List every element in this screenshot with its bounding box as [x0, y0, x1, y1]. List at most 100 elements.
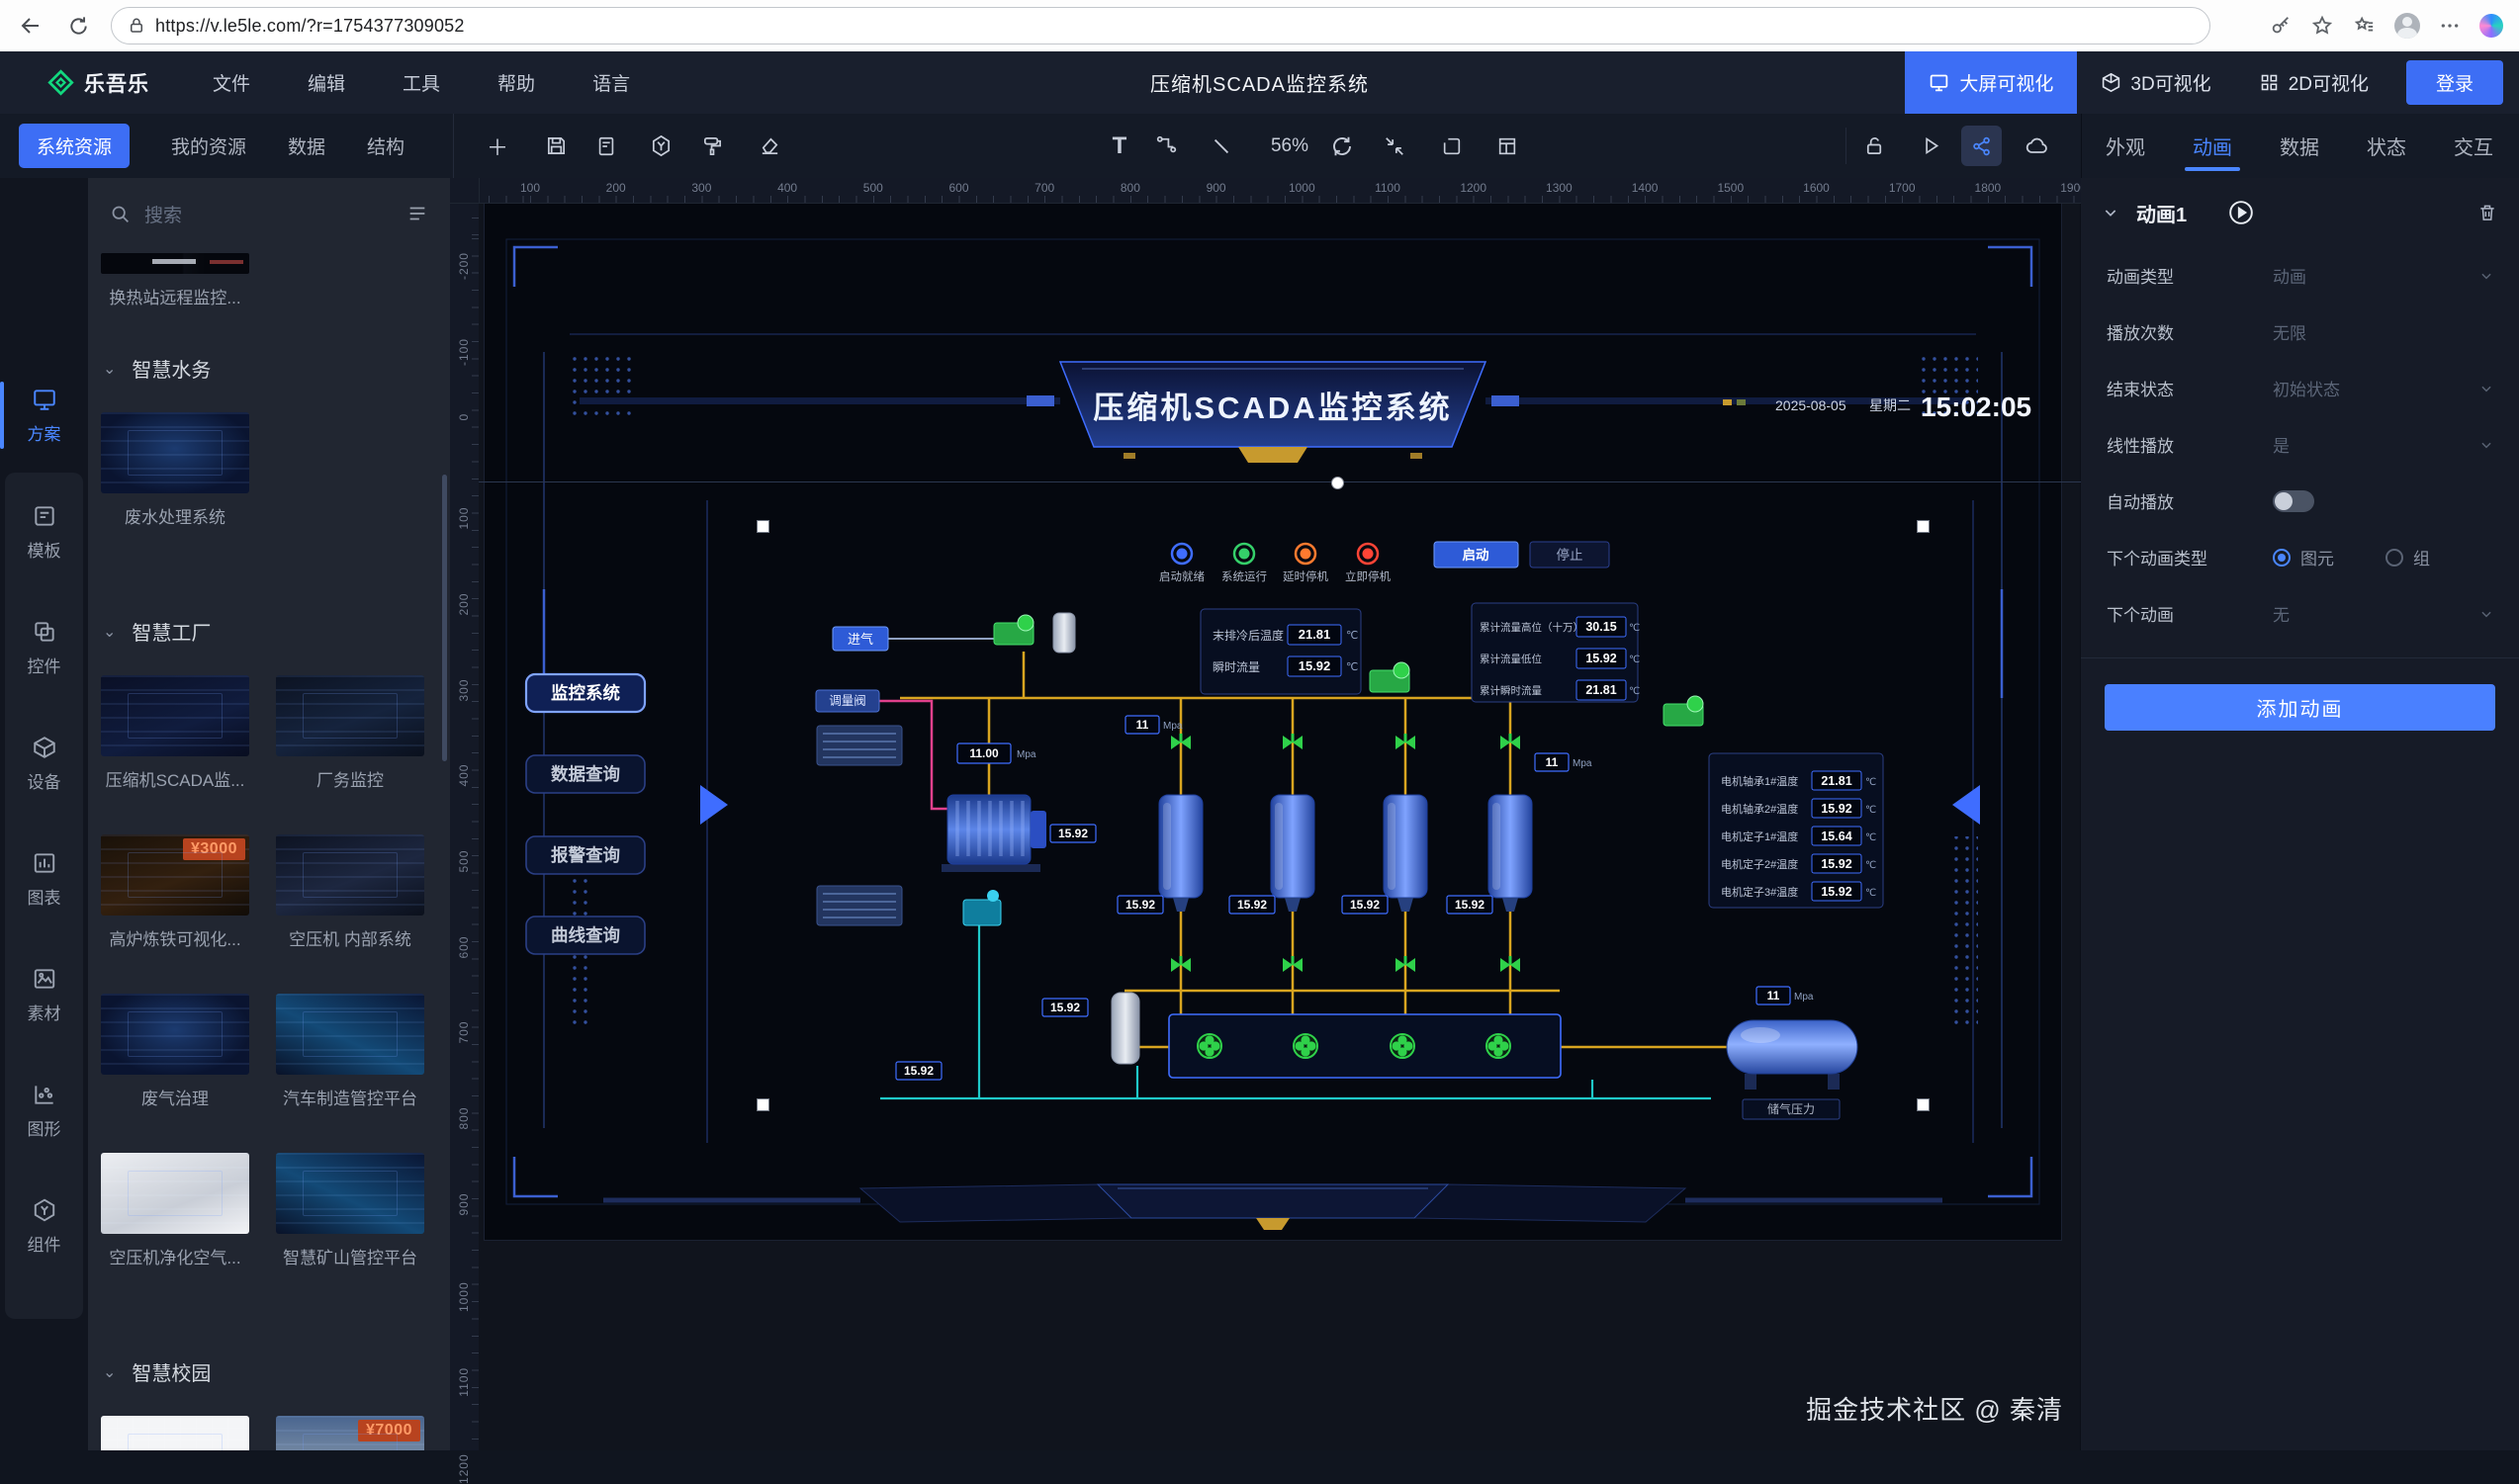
scada-menu-monitor[interactable]: 监控系统	[526, 674, 645, 712]
menu-edit[interactable]: 编辑	[308, 69, 345, 96]
rotation-handle[interactable]	[1331, 477, 1344, 489]
connector-tool-icon[interactable]	[1149, 130, 1183, 163]
flow-valve-button[interactable]: 调量阀	[816, 690, 879, 712]
password-key-icon[interactable]	[2270, 15, 2292, 37]
compression-cylinders[interactable]	[1159, 795, 1532, 912]
template-card[interactable]: 厂务监控	[276, 675, 424, 791]
template-card[interactable]: 空压机净化空气...	[101, 1153, 249, 1268]
motor[interactable]	[942, 795, 1046, 872]
template-card[interactable]: 废水处理系统	[101, 412, 249, 528]
unlock-icon[interactable]	[1857, 130, 1891, 163]
selection-handle-tl[interactable]	[757, 520, 769, 533]
prop-row-animation-type[interactable]: 动画类型 动画	[2081, 247, 2519, 304]
viz-2d-button[interactable]: 2D可视化	[2235, 69, 2392, 96]
copilot-icon[interactable]	[2479, 14, 2503, 38]
zoom-level[interactable]: 56%	[1258, 114, 1321, 178]
scada-artboard[interactable]: 压缩机SCADA监控系统 2025-08-05 星期二 15:02:05 启动就…	[485, 204, 2061, 1240]
play-animation-icon[interactable]	[2228, 200, 2254, 225]
prop-row-next-animation[interactable]: 下个动画 无	[2081, 585, 2519, 642]
sidebar-item-graphic[interactable]: 图形	[0, 1063, 88, 1158]
sidebar-item-template[interactable]: 模板	[0, 484, 88, 579]
brand-logo[interactable]: 乐吾乐	[47, 68, 149, 98]
tab-system-resources[interactable]: 系统资源	[19, 124, 130, 168]
browser-menu-icon[interactable]	[2440, 16, 2460, 36]
eraser-icon[interactable]	[753, 130, 786, 163]
prop-row-end-state[interactable]: 结束状态 初始状态	[2081, 360, 2519, 416]
scada-menu-curve-query[interactable]: 曲线查询	[526, 917, 645, 954]
address-bar[interactable]: https://v.le5le.com/?r=1754377309052	[111, 7, 2210, 44]
radiator-2[interactable]	[817, 886, 902, 925]
file-icon[interactable]	[589, 130, 623, 163]
canvas-area[interactable]: 1002003004005006007008009001000110012001…	[479, 178, 2081, 1450]
oil-separator[interactable]	[1053, 613, 1075, 653]
template-card[interactable]: 换热站远程监控...	[101, 253, 249, 308]
back-icon[interactable]	[14, 9, 47, 43]
template-card[interactable]: ¥7000	[276, 1416, 424, 1450]
section-header[interactable]: ⌄智慧校园	[103, 1357, 450, 1386]
tab-appearance[interactable]: 外观	[2086, 114, 2165, 178]
start-button[interactable]: 启动	[1434, 542, 1518, 567]
prop-row-linear-play[interactable]: 线性播放 是	[2081, 416, 2519, 473]
sidebar-item-device[interactable]: 设备	[0, 716, 88, 811]
radiator-1[interactable]	[817, 726, 902, 765]
template-card[interactable]: 空压机 内部系统	[276, 834, 424, 950]
stop-button[interactable]: 停止	[1530, 542, 1609, 567]
scada-menu-alarm-query[interactable]: 报警查询	[526, 836, 645, 874]
separator-tank[interactable]	[1112, 993, 1139, 1064]
inlet-button[interactable]: 进气	[833, 627, 888, 651]
selection-handle-bl[interactable]	[757, 1098, 769, 1111]
tab-my-resources[interactable]: 我的资源	[171, 132, 246, 159]
cloud-icon[interactable]	[2021, 130, 2054, 163]
tab-animation[interactable]: 动画	[2173, 114, 2252, 178]
big-screen-viz-button[interactable]: 大屏可视化	[1905, 51, 2077, 114]
compressor-pump-2[interactable]	[1370, 662, 1409, 692]
menu-tools[interactable]: 工具	[403, 69, 440, 96]
refresh-icon[interactable]	[61, 9, 95, 43]
h-ruler[interactable]: 1002003004005006007008009001000110012001…	[479, 178, 2081, 204]
sidebar-item-widget[interactable]: 控件	[0, 600, 88, 695]
fan-unit-box[interactable]	[1169, 1014, 1561, 1078]
template-card[interactable]: 汽车制造管控平台	[276, 994, 424, 1109]
viz-3d-button[interactable]: 3D可视化	[2077, 69, 2234, 96]
sidebar-item-material[interactable]: 素材	[0, 947, 88, 1042]
selection-handle-br[interactable]	[1917, 1098, 1930, 1111]
paint-roller-icon[interactable]	[695, 130, 729, 163]
panel-scrollbar[interactable]	[442, 475, 447, 761]
text-tool-icon[interactable]: T	[1103, 130, 1136, 163]
selection-handle-tr[interactable]	[1917, 520, 1930, 533]
compressor-pump-1[interactable]	[994, 615, 1034, 645]
sidebar-item-solution[interactable]: 方案	[0, 368, 88, 463]
login-button[interactable]: 登录	[2406, 60, 2503, 105]
tab-interaction[interactable]: 交互	[2434, 114, 2513, 178]
delete-animation-icon[interactable]	[2477, 203, 2497, 222]
layout-table-icon[interactable]	[1490, 130, 1524, 163]
fit-view-icon[interactable]	[1378, 130, 1411, 163]
tab-data[interactable]: 数据	[288, 132, 325, 159]
prop-row-play-count[interactable]: 播放次数 无限	[2081, 304, 2519, 360]
tab-data-binding[interactable]: 数据	[2260, 114, 2339, 178]
chevron-down-icon[interactable]	[2103, 205, 2118, 220]
favorite-star-icon[interactable]	[2311, 15, 2333, 37]
share-icon[interactable]	[1961, 126, 2002, 166]
v-ruler[interactable]: -200-10001002003004005006007008009001000…	[450, 178, 480, 1450]
reset-zoom-icon[interactable]	[1325, 130, 1359, 163]
profile-avatar[interactable]	[2394, 13, 2420, 39]
template-card[interactable]: 废气治理	[101, 994, 249, 1109]
compressor-pump-3[interactable]	[1664, 696, 1703, 726]
menu-file[interactable]: 文件	[213, 69, 250, 96]
autoplay-toggle[interactable]	[2273, 490, 2314, 512]
menu-help[interactable]: 帮助	[497, 69, 535, 96]
template-card[interactable]: 压缩机SCADA监...	[101, 675, 249, 791]
template-card[interactable]	[101, 1416, 249, 1450]
menu-language[interactable]: 语言	[592, 69, 630, 96]
save-icon[interactable]	[539, 130, 573, 163]
add-animation-button[interactable]: 添加动画	[2105, 684, 2495, 731]
sidebar-item-component[interactable]: 组件	[0, 1178, 88, 1273]
search-input[interactable]: 搜索	[144, 201, 406, 227]
radio-group[interactable]: 组	[2385, 545, 2430, 569]
cooling-pump[interactable]	[963, 890, 1001, 925]
preview-play-icon[interactable]	[1914, 130, 1947, 163]
tab-structure[interactable]: 结构	[367, 132, 405, 159]
radio-pen-element[interactable]: 图元	[2273, 545, 2334, 569]
tab-state[interactable]: 状态	[2347, 114, 2426, 178]
